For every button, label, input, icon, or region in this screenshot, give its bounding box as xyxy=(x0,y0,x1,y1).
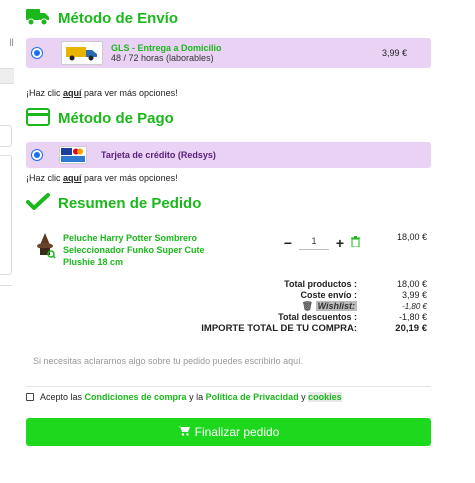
payment-title: Método de Pago xyxy=(58,110,174,127)
quantity-input[interactable]: 1 xyxy=(299,236,329,250)
summary-header: Resumen de Pedido xyxy=(26,193,201,214)
checkout-button[interactable]: Finalizar pedido xyxy=(26,418,431,446)
total-products-label: Total productos : xyxy=(284,279,357,289)
partial-field xyxy=(0,68,14,84)
summary-title: Resumen de Pedido xyxy=(58,195,202,212)
shipping-title: Método de Envío xyxy=(58,10,178,27)
product-name[interactable]: Peluche Harry Potter Sombrero Selecciona… xyxy=(63,232,223,268)
shipping-cost-value: 3,99 € xyxy=(401,290,427,300)
cart-item: Peluche Harry Potter Sombrero Selecciona… xyxy=(26,227,431,267)
shipping-cost-label: Coste envío : xyxy=(300,290,357,300)
wishlist-label: Wishlist: xyxy=(315,301,357,311)
payment-more-options: ¡Haz clic aquí para ver más opciones! xyxy=(26,173,178,183)
grand-total-value: 20,19 € xyxy=(395,323,427,334)
payment-header: Método de Pago xyxy=(26,108,174,129)
product-price: 18,00 € xyxy=(396,232,427,242)
trash-icon[interactable] xyxy=(351,236,360,250)
terms-checkbox[interactable] xyxy=(26,393,34,401)
payment-option[interactable]: Tarjeta de crédito (Redsys) xyxy=(26,142,431,168)
partial-field xyxy=(0,155,12,275)
order-totals: Total productos : 18,00 € Coste envío : 3,… xyxy=(26,279,431,334)
partial-divider xyxy=(0,285,12,286)
payment-more-link[interactable]: aquí xyxy=(63,173,82,183)
decrease-quantity-button[interactable]: − xyxy=(283,235,293,251)
credit-card-icon xyxy=(26,108,50,129)
privacy-policy-link[interactable]: Política de Privacidad xyxy=(206,392,299,402)
shipping-option-price: 3,99 € xyxy=(381,48,407,58)
order-note-prompt[interactable]: Si necesitas aclararnos algo sobre tu pe… xyxy=(33,356,303,366)
payment-radio[interactable] xyxy=(32,150,42,160)
payment-option-name: Tarjeta de crédito (Redsys) xyxy=(101,150,216,160)
shipping-more-link[interactable]: aquí xyxy=(63,88,82,98)
truck-icon xyxy=(26,8,50,29)
terms-acceptance: Acepto las Condiciones de compra y la Po… xyxy=(26,392,342,402)
total-products-value: 18,00 € xyxy=(396,279,427,289)
shipping-option[interactable]: GLS - Entrega a Domicilio 48 / 72 horas … xyxy=(26,38,431,68)
product-thumbnail[interactable] xyxy=(34,231,56,259)
shipping-option-detail: 48 / 72 horas (laborables) xyxy=(111,53,214,63)
shipping-header: Método de Envío xyxy=(26,8,178,29)
divider xyxy=(26,386,431,387)
total-discounts-label: Total descuentos : xyxy=(278,312,357,322)
grand-total-label: IMPORTE TOTAL DE TU COMPRA: xyxy=(201,323,357,334)
partial-field xyxy=(0,125,12,147)
trash-icon[interactable]: 🗑 xyxy=(302,301,313,311)
shipping-radio[interactable] xyxy=(32,48,42,58)
checkmark-icon xyxy=(26,193,50,214)
purchase-conditions-link[interactable]: Condiciones de compra xyxy=(85,392,187,402)
increase-quantity-button[interactable]: + xyxy=(335,235,345,251)
cart-icon xyxy=(177,425,190,439)
quantity-stepper: − 1 + xyxy=(283,235,360,251)
partial-field: Ⅱ xyxy=(9,38,14,49)
wishlist-value: -1,80 € xyxy=(402,302,427,311)
credit-cards-icon xyxy=(59,146,87,164)
shipping-option-name: GLS - Entrega a Domicilio xyxy=(111,43,222,53)
shipping-more-options: ¡Haz clic aquí para ver más opciones! xyxy=(26,88,178,98)
total-discounts-value: -1,80 € xyxy=(398,312,427,322)
delivery-truck-icon xyxy=(61,41,103,65)
checkout-button-label: Finalizar pedido xyxy=(194,425,280,439)
cookies-link[interactable]: cookies xyxy=(308,392,342,402)
left-partial-column: Ⅱ xyxy=(0,0,14,483)
